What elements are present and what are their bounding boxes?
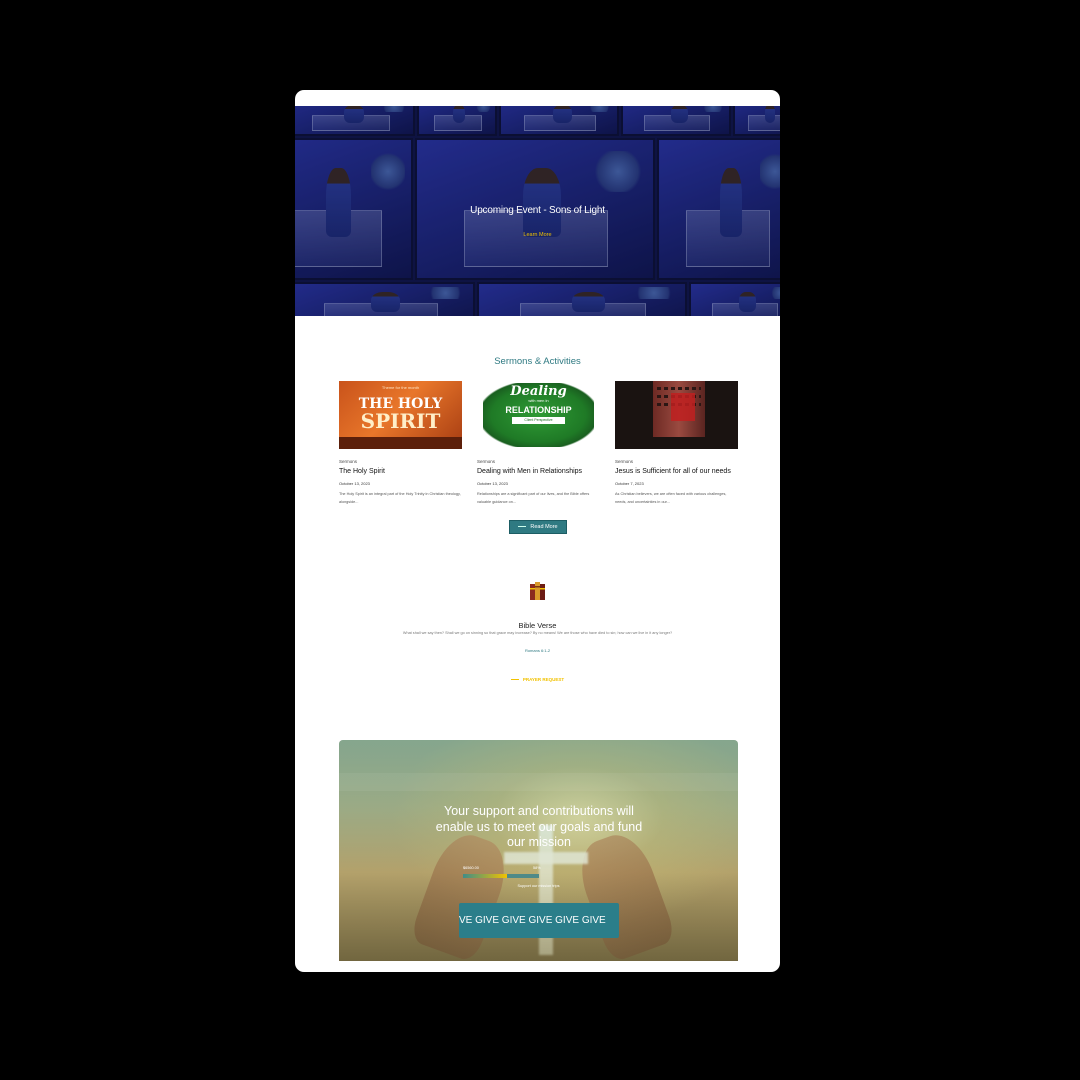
section-title-sermons: Sermons & Activities (494, 356, 581, 367)
sermon-excerpt: The Holy Spirit is an integral part of t… (339, 492, 461, 504)
support-section: Your support and contributions will enab… (339, 740, 738, 961)
bible-verse-text: What shall we say then? Shall we go on s… (402, 631, 673, 635)
sermon-date: October 13, 2023 (477, 481, 508, 486)
sermon-category[interactable]: Sermons (339, 459, 462, 464)
sermon-title[interactable]: Dealing with Men in Relationships (477, 468, 600, 475)
learn-more-link[interactable]: Learn More (295, 232, 780, 238)
sermon-card[interactable]: Dealing with men in RELATIONSHIP Client … (477, 381, 600, 506)
progress-bar-fill (463, 874, 508, 878)
sermon-thumbnail-relationship[interactable]: Dealing with men in RELATIONSHIP Client … (477, 381, 600, 449)
donation-goal-label: Support our mission trips (517, 884, 560, 888)
prayer-request-link[interactable]: PRAYER REQUEST (295, 677, 780, 682)
sermon-title[interactable]: Jesus is Sufficient for all of our needs (615, 468, 738, 475)
sermon-excerpt: As Christian believers, we are often fac… (615, 492, 727, 504)
sermon-thumbnail-holy-spirit[interactable]: Theme for the month THE HOLY SPIRIT (339, 381, 462, 449)
hero-banner: Upcoming Event - Sons of Light Learn Mor… (295, 106, 780, 316)
bible-verse-title: Bible Verse (518, 621, 557, 630)
give-button[interactable]: VE GIVE GIVE GIVE GIVE GIVE (459, 903, 619, 938)
sermon-date: October 13, 2023 (339, 481, 370, 486)
hero-title: Upcoming Event - Sons of Light (470, 205, 605, 216)
sermon-category[interactable]: Sermons (477, 459, 600, 464)
progress-bar (463, 874, 539, 878)
read-more-button[interactable]: Read More (509, 520, 567, 534)
sermon-thumbnail-jesus-sufficient[interactable] (615, 381, 738, 449)
give-marquee-text: VE GIVE GIVE GIVE GIVE GIVE (459, 915, 606, 926)
bible-verse-reference[interactable]: Romans 6:1-2 (295, 648, 780, 653)
donation-percent: 58% (533, 866, 541, 870)
donation-amount: $6560.00 (463, 866, 479, 870)
sermon-card[interactable]: Sermons Jesus is Sufficient for all of o… (615, 381, 738, 506)
sermon-excerpt: Relationships are a significant part of … (477, 492, 590, 504)
sermon-card[interactable]: Theme for the month THE HOLY SPIRIT Serm… (339, 381, 462, 506)
page-frame: Upcoming Event - Sons of Light Learn Mor… (295, 90, 780, 972)
sermon-title[interactable]: The Holy Spirit (339, 468, 462, 475)
books-icon (530, 582, 545, 600)
sermon-category[interactable]: Sermons (615, 459, 738, 464)
sermon-date: October 7, 2023 (615, 481, 644, 486)
support-heading: Your support and contributions will enab… (435, 804, 643, 849)
